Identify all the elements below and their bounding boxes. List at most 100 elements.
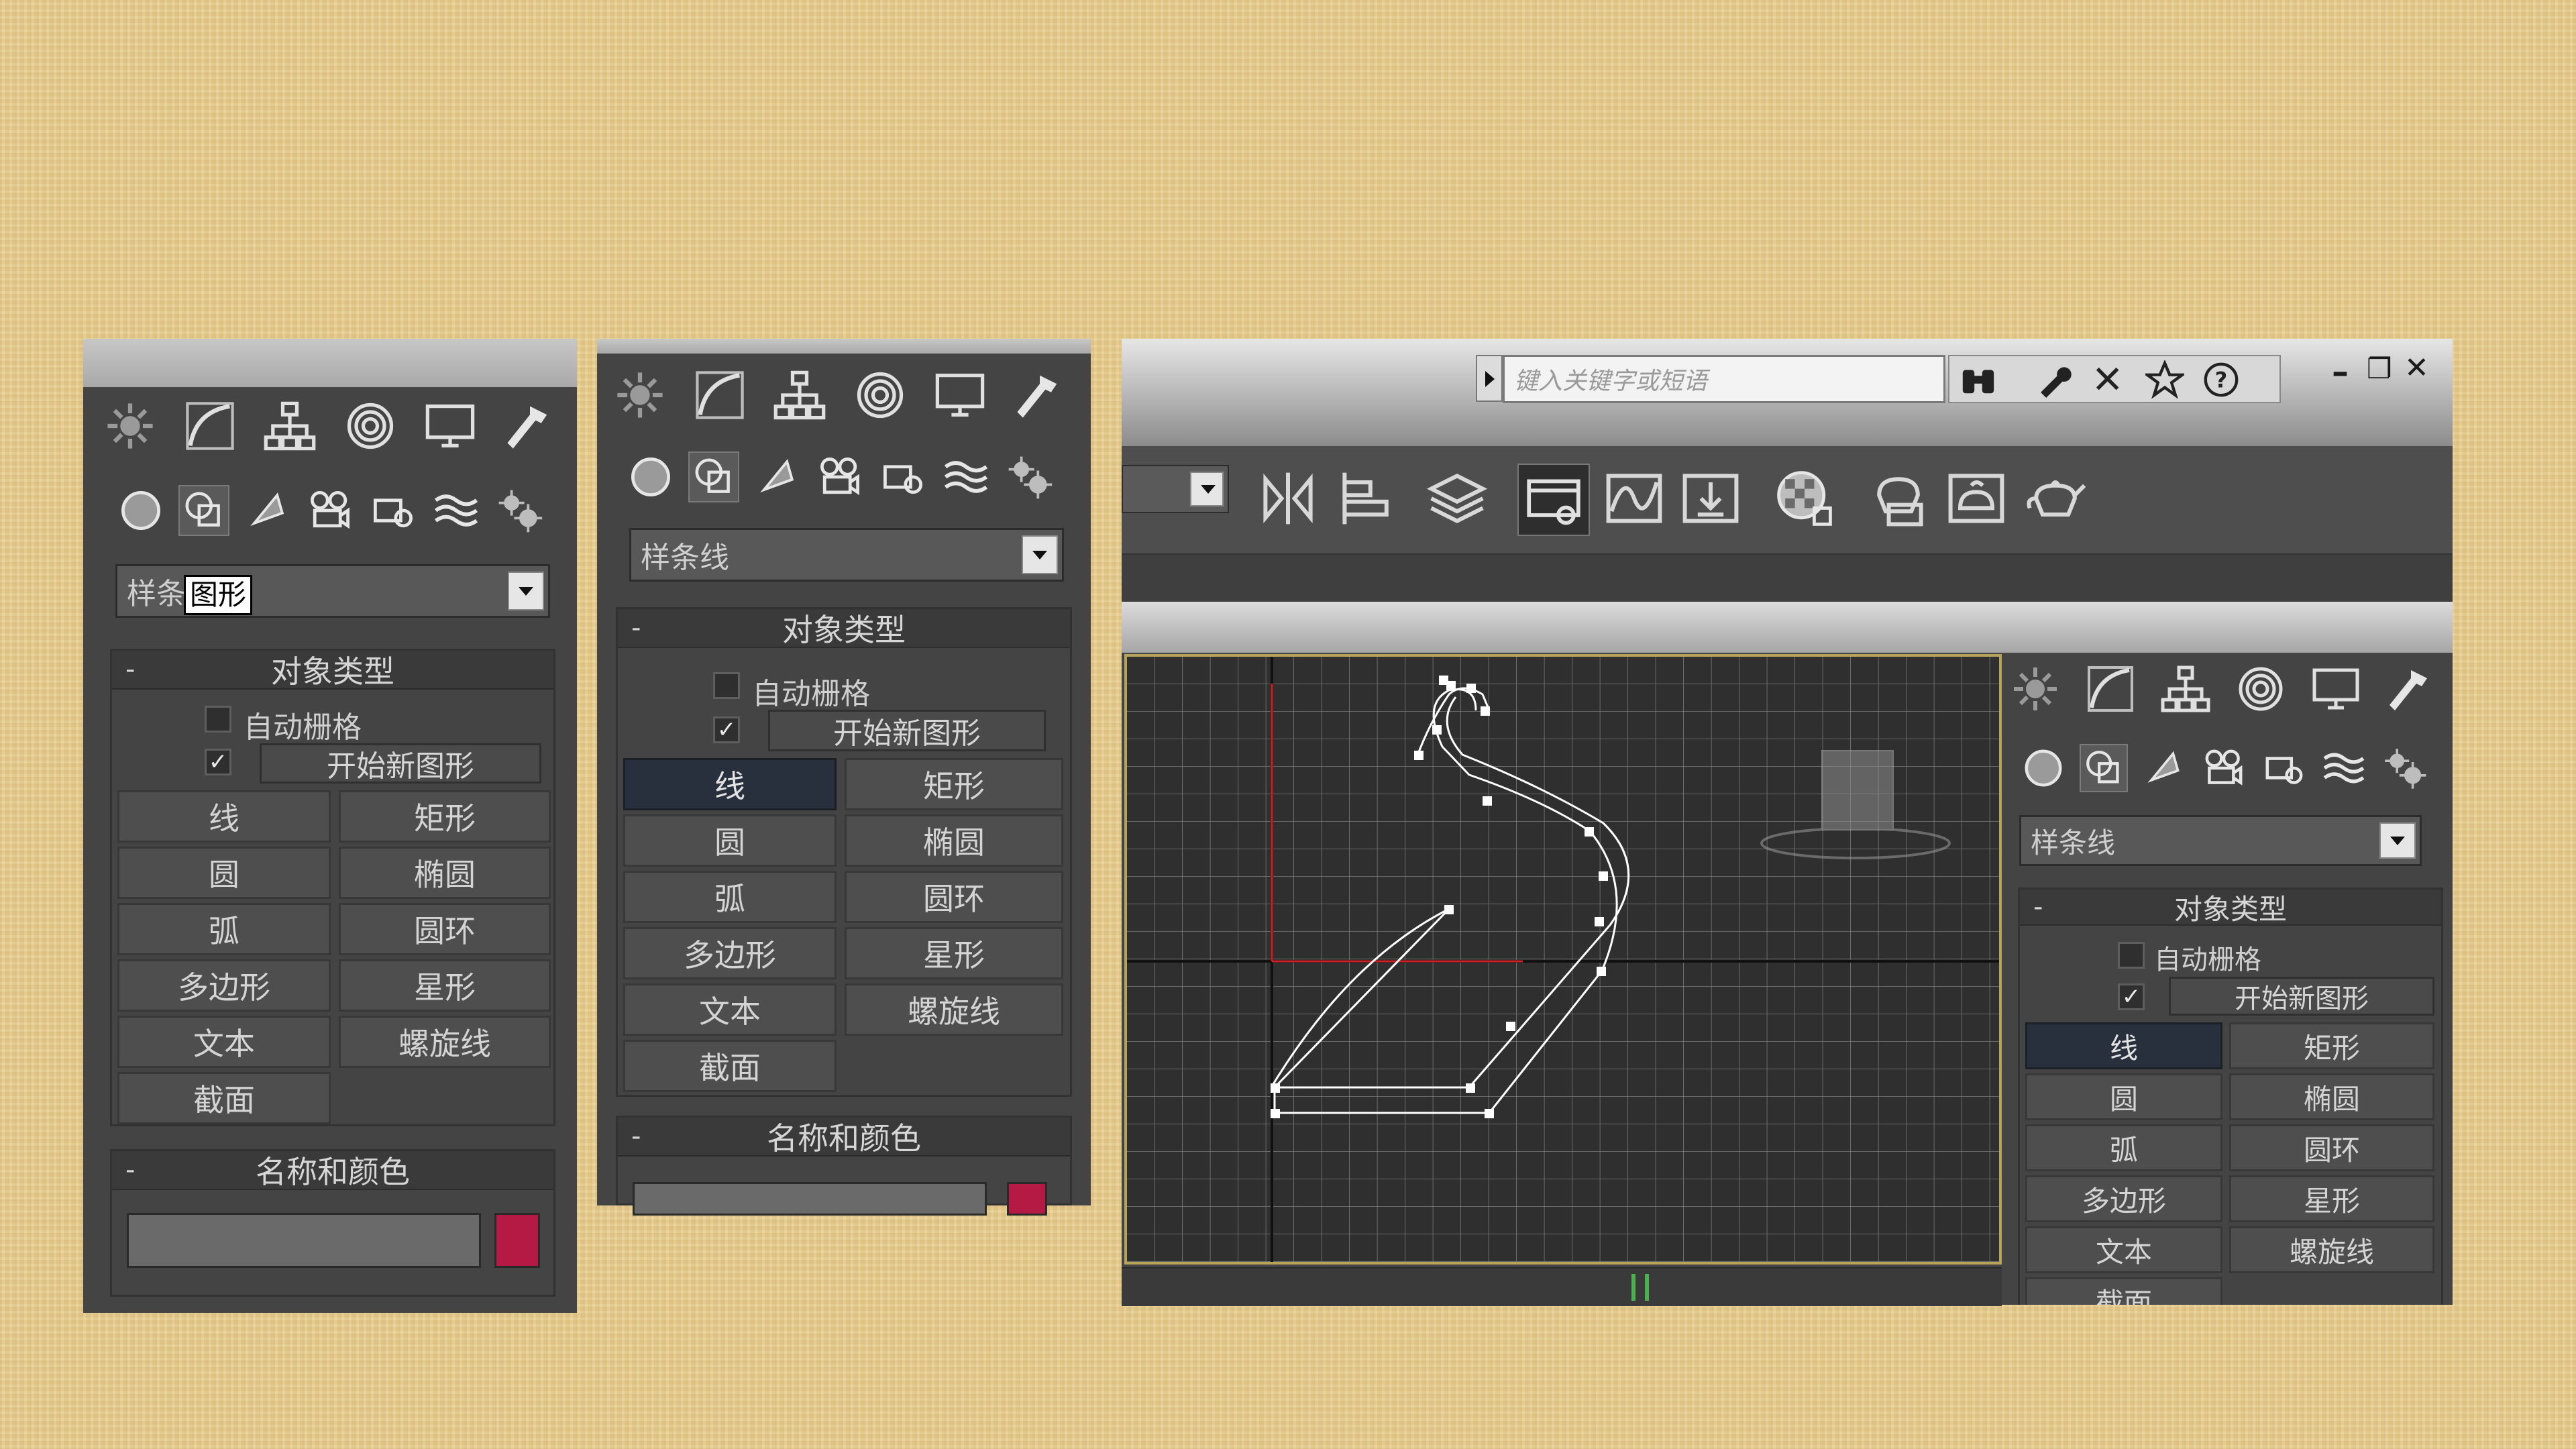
create-tab-sun-icon[interactable] <box>2008 662 2062 716</box>
geometry-sphere-icon[interactable] <box>115 485 166 536</box>
chevron-down-icon[interactable] <box>508 572 544 610</box>
geometry-sphere-icon[interactable] <box>625 451 676 502</box>
ellipse-button[interactable]: 椭圆 <box>339 847 551 899</box>
star-button[interactable]: 星形 <box>845 927 1063 979</box>
utilities-tab-hammer-icon[interactable] <box>502 398 558 454</box>
star-button[interactable]: 星形 <box>2229 1175 2434 1222</box>
arc-button[interactable]: 弧 <box>117 903 331 955</box>
create-tab-sun-icon[interactable] <box>102 398 158 454</box>
donut-button[interactable]: 圆环 <box>845 871 1063 923</box>
modify-tab-curve-icon[interactable] <box>182 398 238 454</box>
rectangle-button[interactable]: 矩形 <box>845 758 1063 810</box>
minimize-button[interactable]: – <box>2332 352 2349 391</box>
spacewarps-icon[interactable] <box>431 485 482 536</box>
shapes-icon[interactable] <box>2079 744 2128 792</box>
render-teapot-icon[interactable] <box>2023 466 2088 531</box>
text-button[interactable]: 文本 <box>117 1016 331 1068</box>
rollout-header[interactable]: - 对象类型 <box>618 609 1070 648</box>
material-editor-icon[interactable] <box>1772 466 1837 531</box>
rectangle-button[interactable]: 矩形 <box>2229 1022 2434 1069</box>
auto-grid-checkbox[interactable] <box>205 706 231 733</box>
collapse-minus[interactable]: - <box>2033 892 2043 922</box>
hierarchy-tab-icon[interactable] <box>2159 662 2212 716</box>
line-button[interactable]: 线 <box>623 758 837 810</box>
mirror-icon[interactable] <box>1256 466 1320 531</box>
chevron-down-icon[interactable] <box>2379 822 2416 859</box>
systems-icon[interactable] <box>1004 451 1055 502</box>
exchange-icon[interactable] <box>2090 362 2127 398</box>
layer-manager-icon[interactable] <box>1425 466 1489 531</box>
object-color-swatch[interactable] <box>494 1213 540 1268</box>
rollout-header[interactable]: - 名称和颜色 <box>618 1118 1070 1157</box>
helpers-icon[interactable] <box>368 485 419 536</box>
binoculars-icon[interactable] <box>1959 362 1998 398</box>
line-button[interactable]: 线 <box>117 790 331 843</box>
rollout-header[interactable]: - 对象类型 <box>2020 890 2441 926</box>
chevron-down-icon[interactable] <box>1022 535 1058 574</box>
systems-icon[interactable] <box>494 485 545 536</box>
collapse-minus[interactable]: - <box>631 1121 641 1152</box>
text-button[interactable]: 文本 <box>2025 1226 2222 1273</box>
arc-button[interactable]: 弧 <box>2025 1124 2222 1171</box>
display-tab-icon[interactable] <box>2309 662 2363 716</box>
line-button[interactable]: 线 <box>2025 1022 2222 1069</box>
collapse-minus[interactable]: - <box>631 612 641 643</box>
spacewarps-icon[interactable] <box>941 451 991 502</box>
start-new-shape-button[interactable]: 开始新图形 <box>768 710 1046 751</box>
section-button[interactable]: 截面 <box>117 1072 331 1124</box>
display-tab-icon[interactable] <box>932 367 988 423</box>
render-setup-icon[interactable] <box>1866 466 1931 531</box>
wrench-icon[interactable] <box>2035 362 2072 398</box>
rectangle-button[interactable]: 矩形 <box>339 790 551 843</box>
spacewarps-icon[interactable] <box>2320 744 2368 792</box>
align-icon[interactable] <box>1335 466 1399 531</box>
cameras-icon[interactable] <box>814 451 865 502</box>
cameras-icon[interactable] <box>2200 744 2248 792</box>
rollout-header[interactable]: - 名称和颜色 <box>112 1151 553 1190</box>
hierarchy-tab-icon[interactable] <box>262 398 318 454</box>
donut-button[interactable]: 圆环 <box>339 903 551 955</box>
perspective-viewport[interactable] <box>1124 654 2002 1265</box>
display-tab-icon[interactable] <box>422 398 478 454</box>
create-tab-sun-icon[interactable] <box>612 367 668 423</box>
helix-button[interactable]: 螺旋线 <box>2229 1226 2434 1273</box>
shape-type-dropdown[interactable]: 样条线 <box>2019 815 2422 866</box>
shapes-icon[interactable] <box>178 485 229 536</box>
helpers-icon[interactable] <box>2260 744 2308 792</box>
systems-icon[interactable] <box>2380 744 2428 792</box>
helix-button[interactable]: 螺旋线 <box>339 1016 551 1068</box>
lights-icon[interactable] <box>241 485 292 536</box>
search-input[interactable]: 键入关键字或短语 <box>1503 355 1945 403</box>
collapse-minus[interactable]: - <box>125 654 135 685</box>
ngon-button[interactable]: 多边形 <box>623 927 837 979</box>
modify-tab-curve-icon[interactable] <box>2084 662 2137 716</box>
circle-button[interactable]: 圆 <box>2025 1073 2222 1120</box>
geometry-sphere-icon[interactable] <box>2019 744 2068 792</box>
ngon-button[interactable]: 多边形 <box>117 959 331 1012</box>
shape-type-dropdown[interactable]: 样条线 <box>629 528 1064 582</box>
motion-tab-icon[interactable] <box>2234 662 2288 716</box>
text-button[interactable]: 文本 <box>623 983 837 1036</box>
object-color-swatch[interactable] <box>1007 1182 1047 1216</box>
shapes-icon[interactable] <box>688 451 739 502</box>
circle-button[interactable]: 圆 <box>623 814 837 867</box>
auto-grid-checkbox[interactable] <box>713 672 740 699</box>
star-button[interactable]: 星形 <box>339 959 551 1012</box>
cameras-icon[interactable] <box>305 485 356 536</box>
ellipse-button[interactable]: 椭圆 <box>845 814 1063 867</box>
star-icon[interactable] <box>2145 360 2184 399</box>
helpers-icon[interactable] <box>877 451 928 502</box>
start-new-shape-checkbox[interactable]: ✓ <box>2118 983 2145 1010</box>
lights-icon[interactable] <box>751 451 802 502</box>
object-name-field[interactable] <box>633 1182 987 1216</box>
motion-tab-icon[interactable] <box>852 367 908 423</box>
help-icon[interactable]: ? <box>2202 360 2241 399</box>
ellipse-button[interactable]: 椭圆 <box>2229 1073 2434 1120</box>
start-new-shape-checkbox[interactable]: ✓ <box>205 749 231 775</box>
modify-tab-curve-icon[interactable] <box>692 367 748 423</box>
selection-filter-dropdown[interactable] <box>1122 465 1229 513</box>
ngon-button[interactable]: 多边形 <box>2025 1175 2222 1222</box>
object-name-field[interactable] <box>127 1213 481 1268</box>
schematic-view-icon[interactable] <box>1678 466 1743 531</box>
rendered-frame-icon[interactable] <box>1944 466 2008 531</box>
